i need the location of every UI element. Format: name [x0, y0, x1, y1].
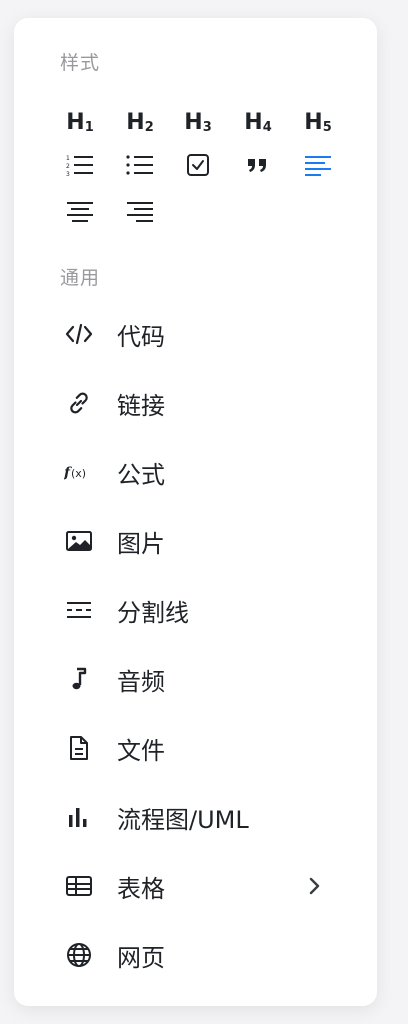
menu-item-flowchart-label: 流程图/UML: [117, 805, 249, 834]
file-icon: [64, 733, 94, 763]
table-icon: [64, 871, 94, 901]
menu-item-webpage[interactable]: 网页: [14, 924, 377, 986]
menu-item-link[interactable]: 链接: [14, 372, 377, 434]
heading-5-label: H5: [304, 110, 332, 135]
menu-item-file-label: 文件: [117, 736, 165, 765]
align-right-icon: [127, 202, 153, 222]
align-left-button[interactable]: [298, 146, 338, 184]
divider-icon: [64, 595, 94, 625]
menu-item-audio[interactable]: 音频: [14, 648, 377, 710]
heading-1-label: H1: [66, 110, 94, 135]
menu-item-formula-label: 公式: [117, 460, 165, 489]
image-icon: [64, 526, 94, 556]
ordered-list-button[interactable]: 1 2 3: [60, 146, 100, 184]
code-icon: [64, 319, 94, 349]
svg-text:(x): (x): [71, 467, 86, 480]
menu-item-image-label: 图片: [117, 529, 165, 558]
bullet-list-button[interactable]: [120, 146, 160, 184]
menu-item-table[interactable]: 表格: [14, 855, 377, 917]
menu-item-divider-label: 分割线: [117, 598, 189, 627]
svg-text:2: 2: [66, 163, 70, 170]
menu-item-divider[interactable]: 分割线: [14, 579, 377, 641]
heading-2-label: H2: [126, 110, 154, 135]
chevron-right-icon: [304, 876, 324, 896]
svg-text:3: 3: [66, 171, 70, 177]
menu-item-file[interactable]: 文件: [14, 717, 377, 779]
menu-item-audio-label: 音频: [117, 667, 165, 696]
heading-3-label: H3: [184, 110, 212, 135]
heading-4-label: H4: [244, 110, 272, 135]
menu-item-link-label: 链接: [117, 391, 165, 420]
menu-item-formula[interactable]: f (x) 公式: [14, 441, 377, 503]
menu-item-table-label: 表格: [117, 874, 165, 903]
heading-5-button[interactable]: H5: [298, 104, 338, 142]
link-icon: [64, 388, 94, 418]
formula-icon: f (x): [64, 457, 94, 487]
heading-3-button[interactable]: H3: [178, 104, 218, 142]
music-note-icon: [64, 664, 94, 694]
globe-icon: [64, 940, 94, 970]
checkbox-icon: [187, 154, 209, 176]
menu-item-image[interactable]: 图片: [14, 510, 377, 572]
checkbox-button[interactable]: [178, 146, 218, 184]
align-right-button[interactable]: [120, 192, 160, 230]
insert-menu-panel: 样式 H1 H2 H3 H4 H5 1 2 3 通用 代码 链接 f (x) 公…: [14, 18, 377, 1006]
align-center-icon: [67, 202, 93, 222]
quote-icon: [248, 159, 266, 172]
heading-2-button[interactable]: H2: [120, 104, 160, 142]
quote-button[interactable]: [238, 146, 278, 184]
menu-item-flowchart[interactable]: 流程图/UML: [14, 786, 377, 848]
styles-section-title: 样式: [60, 52, 101, 74]
menu-item-code[interactable]: 代码: [14, 303, 377, 365]
svg-text:1: 1: [66, 155, 70, 162]
align-center-button[interactable]: [60, 192, 100, 230]
ordered-list-icon: 1 2 3: [66, 155, 93, 177]
heading-4-button[interactable]: H4: [238, 104, 278, 142]
align-left-icon: [305, 156, 331, 176]
bar-chart-icon: [64, 802, 94, 832]
general-section-title: 通用: [60, 267, 101, 289]
menu-item-webpage-label: 网页: [117, 943, 165, 972]
heading-1-button[interactable]: H1: [60, 104, 100, 142]
bullet-list-icon: [126, 155, 153, 175]
menu-item-code-label: 代码: [117, 322, 165, 351]
